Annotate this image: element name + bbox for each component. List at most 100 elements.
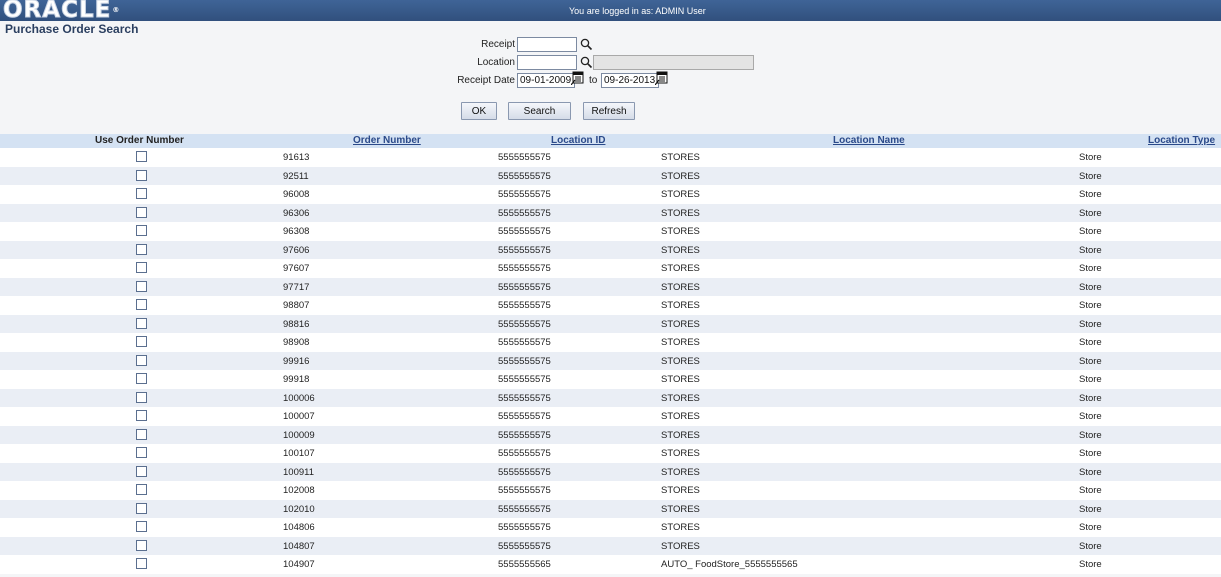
order-number-cell: 100107 <box>283 448 315 459</box>
table-row: 98807 5555555575 STORES Store <box>0 296 1221 315</box>
location-id-cell: 5555555575 <box>498 392 551 404</box>
order-number-cell: 98816 <box>283 318 310 330</box>
location-type-cell: Store <box>1079 485 1102 496</box>
location-type-cell: Store <box>1079 170 1102 182</box>
date-range-to-label: to <box>589 75 598 86</box>
login-status: You are logged in as: ADMIN User <box>569 6 706 16</box>
location-name-cell: STORES <box>661 226 700 237</box>
use-order-checkbox[interactable] <box>136 391 147 403</box>
use-order-checkbox[interactable] <box>136 336 147 347</box>
location-id-cell: 5555555575 <box>498 355 551 367</box>
location-id-cell: 5555555575 <box>498 337 551 348</box>
receipt-lookup-icon[interactable] <box>580 38 593 51</box>
location-type-cell: Store <box>1079 448 1102 459</box>
location-id-cell: 5555555575 <box>498 300 551 311</box>
location-id-cell: 5555555575 <box>498 207 551 219</box>
use-order-checkbox[interactable] <box>136 410 147 421</box>
location-type-cell: Store <box>1079 540 1102 552</box>
table-row: 104907 5555555565 AUTO_ FoodStore_55555555… <box>0 555 1221 574</box>
use-order-checkbox[interactable] <box>136 151 147 162</box>
receipt-date-to-input[interactable] <box>601 73 659 88</box>
receipt-label: Receipt <box>481 39 515 50</box>
location-id-cell: 5555555575 <box>498 411 551 422</box>
order-number-cell: 100009 <box>283 429 315 441</box>
table-row: 98908 5555555575 STORES Store <box>0 333 1221 352</box>
receipt-input[interactable] <box>517 37 577 52</box>
location-name-cell: STORES <box>661 300 700 311</box>
location-id-cell: 5555555575 <box>498 448 551 459</box>
refresh-button[interactable]: Refresh <box>583 102 635 120</box>
table-row: 99916 5555555575 STORES Store <box>0 351 1221 370</box>
order-number-cell: 96306 <box>283 207 310 219</box>
table-row: 102010 5555555575 STORES Store <box>0 499 1221 518</box>
table-row: 100107 5555555575 STORES Store <box>0 444 1221 463</box>
location-name-cell: STORES <box>661 485 700 496</box>
use-order-checkbox[interactable] <box>136 317 147 329</box>
location-name-cell: STORES <box>661 448 700 459</box>
table-row: 92511 5555555575 STORES Store <box>0 166 1221 185</box>
location-name-cell: STORES <box>661 503 700 515</box>
date-from-calendar-icon[interactable] <box>571 71 584 85</box>
location-name-cell: STORES <box>661 540 700 552</box>
order-number-cell: 99918 <box>283 374 310 385</box>
header-bar: ORACLE® You are logged in as: ADMIN User <box>0 0 1221 24</box>
oracle-logo: ORACLE® <box>2 0 121 24</box>
location-type-cell: Store <box>1079 207 1102 219</box>
use-order-checkbox[interactable] <box>136 354 147 366</box>
location-name-cell: STORES <box>661 411 700 422</box>
use-order-checkbox[interactable] <box>136 447 147 458</box>
table-row: 97606 5555555575 STORES Store <box>0 240 1221 259</box>
receipt-date-from-input[interactable] <box>517 73 575 88</box>
use-order-checkbox[interactable] <box>136 169 147 181</box>
table-row: 100009 5555555575 STORES Store <box>0 425 1221 444</box>
order-number-cell: 92511 <box>283 170 309 182</box>
location-type-cell: Store <box>1079 318 1102 330</box>
location-type-cell: Store <box>1079 411 1102 422</box>
order-number-cell: 91613 <box>283 152 310 163</box>
use-order-checkbox[interactable] <box>136 225 147 236</box>
order-number-cell: 96308 <box>283 226 310 237</box>
use-order-checkbox[interactable] <box>136 206 147 218</box>
order-number-cell: 100006 <box>283 392 315 404</box>
use-order-checkbox[interactable] <box>136 521 147 532</box>
use-order-checkbox[interactable] <box>136 373 147 384</box>
location-name-cell: STORES <box>661 189 700 200</box>
order-number-cell: 96008 <box>283 189 310 200</box>
use-order-checkbox[interactable] <box>136 299 147 310</box>
table-row: 91613 5555555575 STORES Store <box>0 148 1221 167</box>
location-name-cell: STORES <box>661 337 700 348</box>
use-order-checkbox[interactable] <box>136 243 147 255</box>
location-id-cell: 5555555575 <box>498 485 551 496</box>
location-name-cell: STORES <box>661 392 700 404</box>
table-row: 102008 5555555575 STORES Store <box>0 481 1221 500</box>
use-order-checkbox[interactable] <box>136 502 147 514</box>
use-order-checkbox[interactable] <box>136 465 147 477</box>
use-order-checkbox[interactable] <box>136 280 147 292</box>
location-lookup-icon[interactable] <box>580 56 593 69</box>
location-id-cell: 5555555575 <box>498 244 551 256</box>
location-input[interactable] <box>517 55 577 70</box>
order-number-cell: 104907 <box>283 559 315 570</box>
column-header-location-type[interactable]: Location Type <box>1148 135 1215 146</box>
table-row: 98816 5555555575 STORES Store <box>0 314 1221 333</box>
use-order-checkbox[interactable] <box>136 262 147 273</box>
column-header-location-name[interactable]: Location Name <box>833 135 905 146</box>
use-order-checkbox[interactable] <box>136 428 147 440</box>
use-order-checkbox[interactable] <box>136 188 147 199</box>
use-order-checkbox[interactable] <box>136 484 147 495</box>
location-name-cell: STORES <box>661 466 700 478</box>
search-button[interactable]: Search <box>508 102 571 120</box>
location-name-cell: STORES <box>661 318 700 330</box>
location-id-cell: 5555555575 <box>498 263 551 274</box>
receipt-label-wrap: Receipt <box>450 37 515 53</box>
location-name-cell: STORES <box>661 207 700 219</box>
location-id-cell: 5555555575 <box>498 318 551 330</box>
column-header-order-number[interactable]: Order Number <box>353 135 421 146</box>
table-row: 100007 5555555575 STORES Store <box>0 407 1221 426</box>
location-name-cell: STORES <box>661 152 700 163</box>
ok-button[interactable]: OK <box>461 102 497 120</box>
use-order-checkbox[interactable] <box>136 558 147 569</box>
use-order-checkbox[interactable] <box>136 539 147 551</box>
date-to-calendar-icon[interactable] <box>655 71 668 85</box>
column-header-location-id[interactable]: Location ID <box>551 135 605 146</box>
